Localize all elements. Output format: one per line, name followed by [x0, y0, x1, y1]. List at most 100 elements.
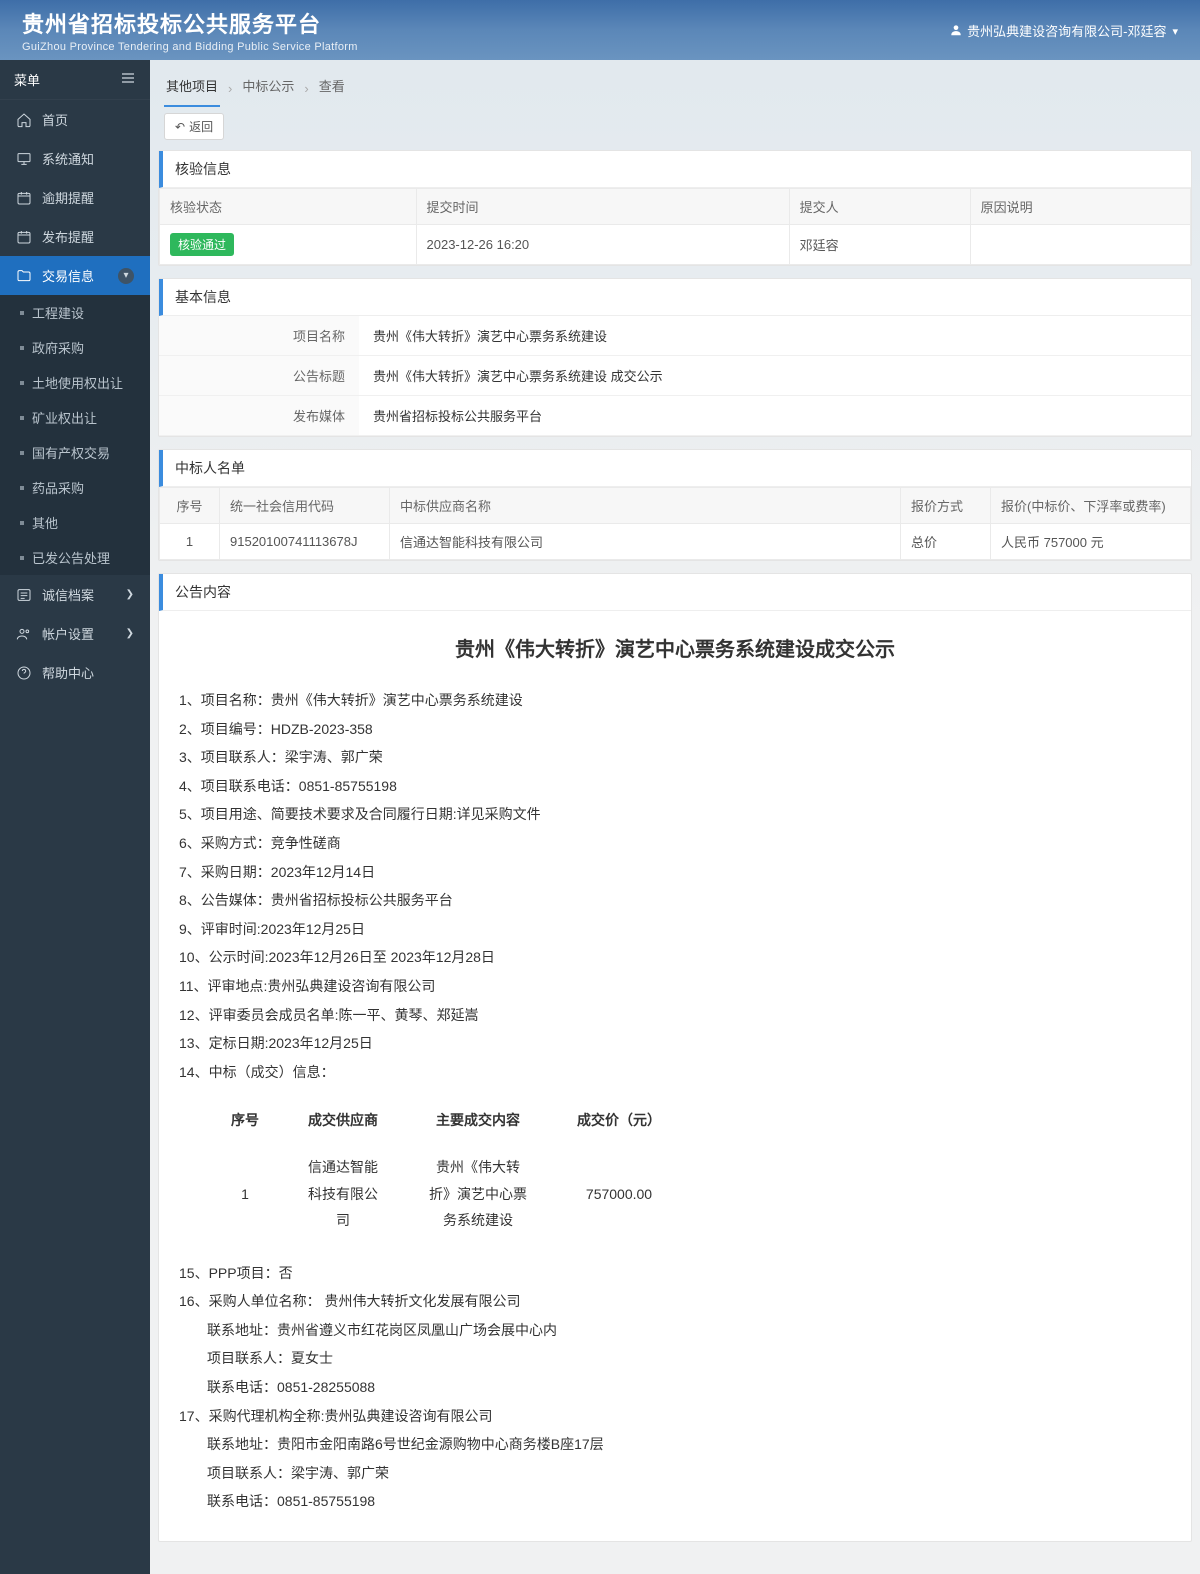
sidebar-item-label: 帮助中心: [42, 663, 94, 682]
sidebar-item-credit[interactable]: 诚信档案 ❯: [0, 575, 150, 614]
notice-line: 15、PPP项目：否: [179, 1260, 1171, 1287]
top-header: 贵州省招标投标公共服务平台 GuiZhou Province Tendering…: [0, 0, 1200, 60]
sidebar-item-label: 诚信档案: [42, 585, 94, 604]
sidebar-item-notice[interactable]: 系统通知: [0, 139, 150, 178]
caret-down-icon: [1170, 23, 1178, 38]
table-row: 1 信通达智能科技有限公司 贵州《伟大转折》演艺中心票务系统建设 757000.…: [207, 1144, 685, 1244]
notice-line: 11、评审地点:贵州弘典建设咨询有限公司: [179, 973, 1171, 1000]
help-icon: [16, 665, 32, 681]
th-submitter: 提交人: [789, 189, 970, 225]
notice-line: 项目联系人：夏女士: [179, 1345, 1171, 1372]
subitem-land[interactable]: 土地使用权出让: [0, 365, 150, 400]
table-row: 项目名称贵州《伟大转折》演艺中心票务系统建设: [159, 316, 1191, 356]
list-icon: [16, 587, 32, 603]
subitem-mining[interactable]: 矿业权出让: [0, 400, 150, 435]
cell-submitter: 邓廷容: [789, 225, 970, 265]
home-icon: [16, 112, 32, 128]
sidebar-item-trade[interactable]: 交易信息 ▾: [0, 256, 150, 295]
back-label: 返回: [189, 118, 213, 135]
notice-line: 2、项目编号：HDZB-2023-358: [179, 716, 1171, 743]
notice-line: 4、项目联系电话：0851-85755198: [179, 773, 1171, 800]
status-badge: 核验通过: [170, 233, 234, 256]
hamburger-icon[interactable]: [120, 70, 136, 89]
sidebar: 菜单 首页 系统通知 逾期提醒 发布提醒 交易信息 ▾ 工程建设: [0, 60, 150, 1574]
calendar-icon: [16, 190, 32, 206]
notice-line: 联系电话：0851-85755198: [179, 1488, 1171, 1515]
panel-title-verify: 核验信息: [159, 151, 1191, 188]
monitor-icon: [16, 151, 32, 167]
sidebar-header: 菜单: [0, 60, 150, 100]
notice-line: 联系地址：贵阳市金阳南路6号世纪金源购物中心商务楼B座17层: [179, 1431, 1171, 1458]
notice-line: 项目联系人：梁宇涛、郭广荣: [179, 1460, 1171, 1487]
breadcrumb: 其他项目 › 中标公示 › 查看: [158, 60, 1192, 107]
notice-line: 16、采购人单位名称： 贵州伟大转折文化发展有限公司: [179, 1288, 1171, 1315]
crumb-2[interactable]: 中标公示: [240, 70, 296, 107]
panel-title-content: 公告内容: [159, 574, 1191, 611]
th-reason: 原因说明: [970, 189, 1190, 225]
panel-title-winners: 中标人名单: [159, 450, 1191, 487]
notice-line: 10、公示时间:2023年12月26日至 2023年12月28日: [179, 944, 1171, 971]
cell-time: 2023-12-26 16:20: [416, 225, 789, 265]
notice-line: 8、公告媒体：贵州省招标投标公共服务平台: [179, 887, 1171, 914]
notice-line: 5、项目用途、简要技术要求及合同履行日期:详见采购文件: [179, 801, 1171, 828]
notice-line: 12、评审委员会成员名单:陈一平、黄琴、郑延嵩: [179, 1002, 1171, 1029]
sidebar-item-label: 首页: [42, 110, 68, 129]
subitem-state-asset[interactable]: 国有产权交易: [0, 435, 150, 470]
toolbar: ↶ 返回: [158, 107, 1192, 150]
folder-icon: [16, 268, 32, 284]
verify-table: 核验状态 提交时间 提交人 原因说明 核验通过 2023-12-26 16:20…: [159, 188, 1191, 265]
sidebar-item-publish[interactable]: 发布提醒: [0, 217, 150, 256]
table-row: 发布媒体贵州省招标投标公共服务平台: [159, 396, 1191, 436]
notice-line: 17、采购代理机构全称:贵州弘典建设咨询有限公司: [179, 1403, 1171, 1430]
brand-title: 贵州省招标投标公共服务平台: [22, 7, 358, 39]
subitem-construction[interactable]: 工程建设: [0, 295, 150, 330]
notice-line: 14、中标（成交）信息：: [179, 1059, 1171, 1086]
crumb-3[interactable]: 查看: [317, 70, 347, 107]
basic-table: 项目名称贵州《伟大转折》演艺中心票务系统建设 公告标题贵州《伟大转折》演艺中心票…: [159, 316, 1191, 436]
panel-title-basic: 基本信息: [159, 279, 1191, 316]
back-arrow-icon: ↶: [175, 120, 185, 134]
sidebar-item-label: 系统通知: [42, 149, 94, 168]
breadcrumb-sep: ›: [228, 81, 232, 96]
sidebar-item-help[interactable]: 帮助中心: [0, 653, 150, 692]
sidebar-item-account[interactable]: 帐户设置 ❯: [0, 614, 150, 653]
sidebar-submenu-trade: 工程建设 政府采购 土地使用权出让 矿业权出让 国有产权交易 药品采购 其他 已…: [0, 295, 150, 575]
notice-title: 贵州《伟大转折》演艺中心票务系统建设成交公示: [179, 631, 1171, 669]
th-status: 核验状态: [160, 189, 417, 225]
brand: 贵州省招标投标公共服务平台 GuiZhou Province Tendering…: [22, 7, 358, 53]
main-content: 其他项目 › 中标公示 › 查看 ↶ 返回 核验信息 核验状态 提交时间 提交人…: [150, 60, 1200, 1574]
notice-line: 9、评审时间:2023年12月25日: [179, 916, 1171, 943]
calendar-icon: [16, 229, 32, 245]
cell-status: 核验通过: [160, 225, 417, 265]
panel-verify: 核验信息 核验状态 提交时间 提交人 原因说明 核验通过 2023-12-26 …: [158, 150, 1192, 266]
notice-line: 7、采购日期：2023年12月14日: [179, 859, 1171, 886]
sidebar-menu-label: 菜单: [14, 70, 40, 89]
sidebar-item-label: 帐户设置: [42, 624, 94, 643]
subitem-other[interactable]: 其他: [0, 505, 150, 540]
notice-line: 3、项目联系人：梁宇涛、郭广荣: [179, 744, 1171, 771]
sidebar-item-home[interactable]: 首页: [0, 100, 150, 139]
sidebar-item-label: 交易信息: [42, 266, 94, 285]
notice-line: 6、采购方式：竞争性磋商: [179, 830, 1171, 857]
crumb-1[interactable]: 其他项目: [164, 70, 220, 107]
winners-table: 序号 统一社会信用代码 中标供应商名称 报价方式 报价(中标价、下浮率或费率) …: [159, 487, 1191, 560]
back-button[interactable]: ↶ 返回: [164, 113, 224, 140]
user-name: 贵州弘典建设咨询有限公司-邓廷容: [967, 21, 1166, 40]
notice-line: 联系地址：贵州省遵义市红花岗区凤凰山广场会展中心内: [179, 1317, 1171, 1344]
chevron-right-icon: ❯: [126, 628, 134, 639]
cell-reason: [970, 225, 1190, 265]
chevron-down-icon: ▾: [118, 268, 134, 284]
panel-content: 公告内容 贵州《伟大转折》演艺中心票务系统建设成交公示 1、项目名称：贵州《伟大…: [158, 573, 1192, 1542]
notice-line: 13、定标日期:2023年12月25日: [179, 1030, 1171, 1057]
notice-line: 1、项目名称：贵州《伟大转折》演艺中心票务系统建设: [179, 687, 1171, 714]
sidebar-item-overdue[interactable]: 逾期提醒: [0, 178, 150, 217]
subitem-drug[interactable]: 药品采购: [0, 470, 150, 505]
users-icon: [16, 626, 32, 642]
user-dropdown[interactable]: 贵州弘典建设咨询有限公司-邓廷容: [949, 21, 1178, 40]
subitem-gov-procure[interactable]: 政府采购: [0, 330, 150, 365]
subitem-published[interactable]: 已发公告处理: [0, 540, 150, 575]
sidebar-item-label: 逾期提醒: [42, 188, 94, 207]
brand-subtitle: GuiZhou Province Tendering and Bidding P…: [22, 41, 358, 53]
deal-table: 序号 成交供应商 主要成交内容 成交价（元） 1 信通达智能科技有限公司 贵州《…: [207, 1097, 685, 1243]
notice-body: 贵州《伟大转折》演艺中心票务系统建设成交公示 1、项目名称：贵州《伟大转折》演艺…: [159, 611, 1191, 1541]
